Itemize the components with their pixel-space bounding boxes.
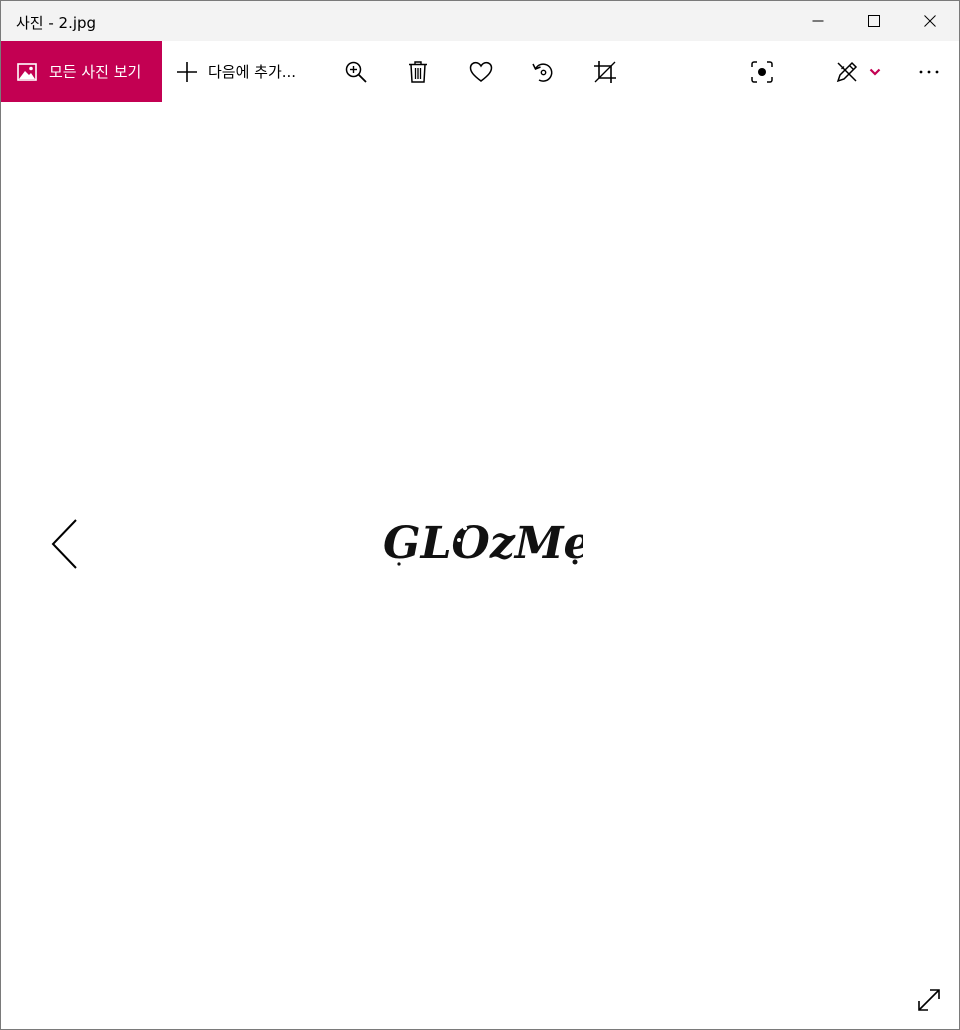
rotate-icon: [532, 62, 553, 82]
full-screen-button[interactable]: [911, 982, 947, 1018]
photo-canvas: GLOzMe: [1, 102, 959, 1029]
delete-icon: [409, 60, 427, 83]
add-to-label: 다음에 추가...: [208, 63, 297, 81]
photo-image: GLOzMe: [383, 518, 592, 569]
plus-icon: [177, 61, 197, 82]
edit-draw-icon: [836, 61, 858, 82]
minimize-button[interactable]: [790, 1, 846, 41]
title-bar: 사진 - 2.jpg: [1, 1, 959, 41]
edit-dropdown-button[interactable]: [863, 41, 887, 102]
close-icon: [924, 15, 936, 27]
more-options-button[interactable]: [907, 41, 951, 102]
rotate-button[interactable]: [521, 41, 565, 102]
expand-icon: [918, 989, 940, 1011]
zoom-in-icon: [345, 61, 367, 83]
more-icon: [919, 70, 939, 73]
maximize-icon: [868, 15, 880, 27]
add-to-button[interactable]: 다음에 추가...: [175, 41, 296, 102]
command-bar: 모든 사진 보기 다음에 추가...: [1, 41, 959, 102]
window-title: 사진 - 2.jpg: [16, 14, 97, 32]
crop-button[interactable]: [583, 41, 627, 102]
delete-button[interactable]: [396, 41, 440, 102]
displayed-photo: GLOzMe: [379, 510, 592, 570]
maximize-button[interactable]: [846, 1, 902, 41]
favorite-button[interactable]: [459, 41, 503, 102]
minimize-icon: [812, 20, 824, 22]
crop-icon: [594, 60, 616, 83]
close-button[interactable]: [902, 1, 958, 41]
zoom-button[interactable]: [334, 41, 378, 102]
see-all-photos-label: 모든 사진 보기: [49, 63, 142, 81]
photo-gallery-icon: [17, 62, 37, 81]
chevron-down-icon: [869, 68, 881, 76]
photos-app-window: 사진 - 2.jpg 모든 사진 보기 다음에 추가... GLOzMe: [0, 0, 960, 1030]
visual-search-button[interactable]: [740, 41, 784, 102]
photo-text: GLOzMe: [383, 518, 583, 569]
previous-photo-button[interactable]: [45, 514, 85, 574]
visual-search-icon: [751, 60, 773, 83]
see-all-photos-button[interactable]: 모든 사진 보기: [1, 41, 162, 102]
heart-icon: [469, 61, 493, 82]
chevron-left-icon: [51, 519, 77, 569]
